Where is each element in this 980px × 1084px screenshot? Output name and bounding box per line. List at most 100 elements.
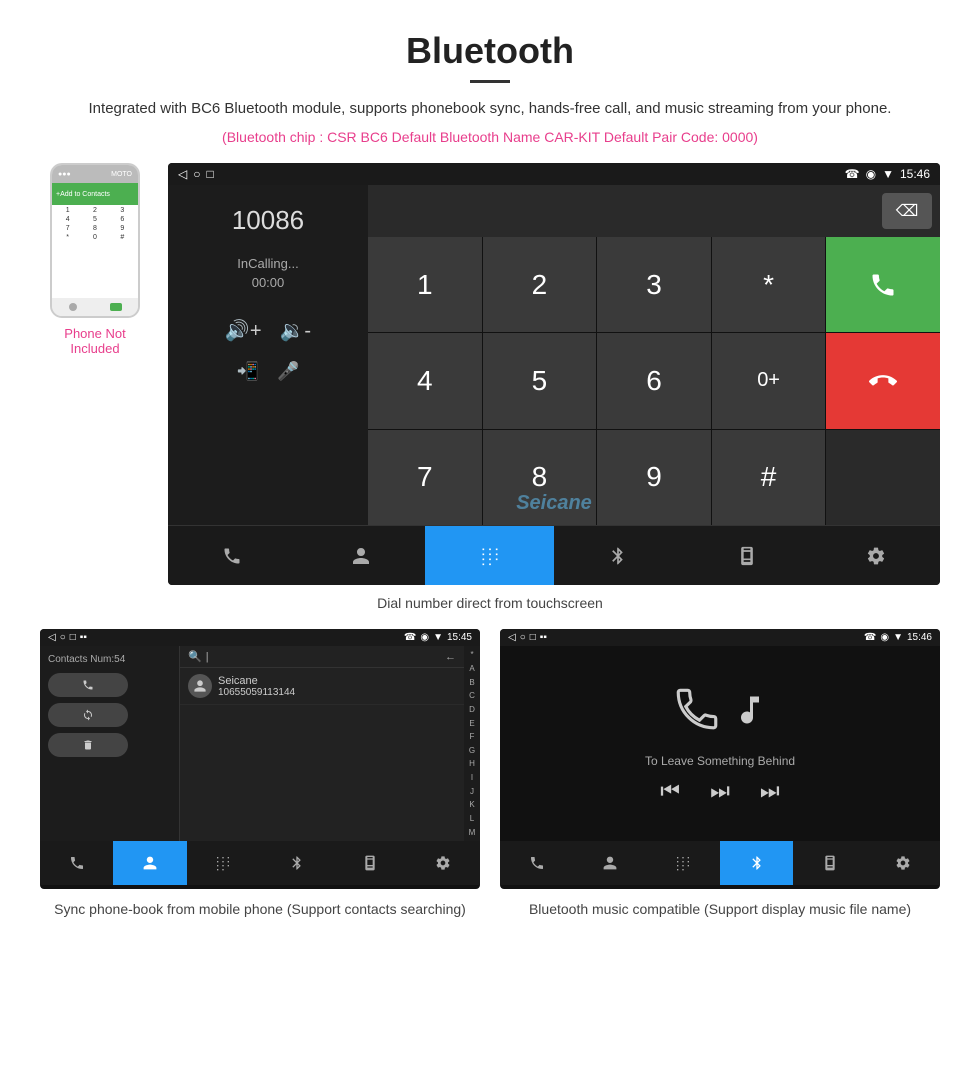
music-signal: ▪▪ — [540, 632, 547, 643]
car-calling-status: InCalling... — [237, 256, 298, 271]
music-wifi-icon: ▼ — [893, 632, 903, 643]
dial-key-5[interactable]: 5 — [483, 333, 597, 428]
music-nav-bluetooth[interactable] — [720, 841, 793, 885]
alpha-i[interactable]: I — [471, 773, 473, 782]
main-content-row: ●●● MOTO + Add to Contacts 1 2 3 — [40, 163, 940, 585]
delete-button[interactable]: ⌫ — [882, 193, 932, 229]
music-body: To Leave Something Behind ⏮ ⏭ ⏭ — [500, 646, 940, 841]
play-button[interactable]: ⏭ — [710, 778, 730, 804]
back-arrow-icon[interactable]: ← — [445, 651, 456, 663]
volume-down-icon[interactable]: 🔉- — [280, 318, 312, 343]
contact-list-item[interactable]: Seicane 10655059113144 — [180, 668, 464, 705]
car-screen-main: ◁ ○ □ ☎ ◉ ▼ 15:46 10086 InCalling... 00:… — [168, 163, 940, 585]
dial-key-hash[interactable]: # — [712, 430, 826, 525]
contact-name: Seicane — [218, 675, 295, 687]
music-nav-phone2[interactable] — [793, 841, 866, 885]
car-nav-contacts[interactable] — [297, 526, 426, 585]
bottom-row: ◁ ○ □ ▪▪ ☎ ◉ ▼ 15:45 — [40, 629, 940, 920]
dialpad-row-4: * 0 # — [54, 234, 136, 241]
alpha-c[interactable]: C — [469, 691, 475, 700]
dialpad-row-3: 7 8 9 — [54, 225, 136, 232]
dialpad-row-1: 1 2 3 — [54, 207, 136, 214]
alpha-e[interactable]: E — [469, 719, 474, 728]
music-caption: Bluetooth music compatible (Support disp… — [500, 899, 940, 920]
dial-key-8[interactable]: 8 — [483, 430, 597, 525]
contacts-nav-contacts[interactable] — [113, 841, 186, 885]
contacts-nav-dialpad[interactable] — [187, 841, 260, 885]
car-nav-dialpad[interactable] — [425, 526, 554, 585]
dial-key-7[interactable]: 7 — [368, 430, 482, 525]
alpha-k[interactable]: K — [469, 800, 474, 809]
car-right-panel: ⌫ 1 2 3 * 4 5 6 — [368, 185, 940, 525]
next-button[interactable]: ⏭ — [760, 778, 780, 804]
dial-key-6[interactable]: 6 — [597, 333, 711, 428]
contacts-home-icon: ○ — [60, 632, 66, 643]
music-recents-icon: □ — [530, 632, 536, 643]
music-nav-settings[interactable] — [867, 841, 940, 885]
contacts-nav-phone[interactable] — [40, 841, 113, 885]
dial-key-9[interactable]: 9 — [597, 430, 711, 525]
page: Bluetooth Integrated with BC6 Bluetooth … — [0, 0, 980, 960]
dial-key-4[interactable]: 4 — [368, 333, 482, 428]
music-nav-dialpad[interactable] — [647, 841, 720, 885]
page-title: Bluetooth — [40, 30, 940, 72]
alpha-a[interactable]: A — [469, 664, 474, 673]
clock: 15:46 — [900, 167, 930, 181]
phone-video-icon — [69, 303, 77, 311]
call-button[interactable] — [48, 673, 128, 697]
phone-carrier: ●●● — [58, 171, 107, 178]
car-call-time: 00:00 — [252, 275, 285, 290]
alpha-b[interactable]: B — [469, 678, 474, 687]
alpha-g[interactable]: G — [469, 746, 475, 755]
delete-contact-button[interactable] — [48, 733, 128, 757]
dialpad-grid: 1 2 3 * 4 5 6 0+ — [368, 237, 940, 525]
dial-key-2[interactable]: 2 — [483, 237, 597, 332]
music-card: ◁ ○ □ ▪▪ ☎ ◉ ▼ 15:46 — [500, 629, 940, 920]
dial-key-0plus[interactable]: 0+ — [712, 333, 826, 428]
alpha-j[interactable]: J — [470, 787, 474, 796]
dial-key-star[interactable]: * — [712, 237, 826, 332]
car-nav-phone[interactable] — [168, 526, 297, 585]
title-divider — [470, 80, 510, 83]
music-status-left: ◁ ○ □ ▪▪ — [508, 632, 547, 643]
music-nav-phone[interactable] — [500, 841, 573, 885]
contacts-nav-settings[interactable] — [407, 841, 480, 885]
contacts-signal1: ▪▪ — [80, 632, 87, 643]
transfer-icon[interactable]: 📲 — [237, 361, 259, 382]
mute-icon[interactable]: 🎤 — [277, 361, 299, 382]
car-volume-controls: 🔊+ 🔉- — [225, 318, 311, 343]
alpha-l[interactable]: L — [470, 814, 474, 823]
car-nav-phone2[interactable] — [683, 526, 812, 585]
contacts-nav-bluetooth[interactable] — [260, 841, 333, 885]
alpha-d[interactable]: D — [469, 705, 475, 714]
phone-signal-icon: ☎ — [845, 167, 860, 181]
contacts-body: Contacts Num:54 — [40, 646, 480, 841]
alpha-m[interactable]: M — [469, 828, 476, 837]
alpha-h[interactable]: H — [469, 759, 475, 768]
prev-button[interactable]: ⏮ — [660, 778, 680, 804]
contact-number: 10655059113144 — [218, 687, 295, 698]
contact-info: Seicane 10655059113144 — [218, 675, 295, 698]
contacts-status-bar: ◁ ○ □ ▪▪ ☎ ◉ ▼ 15:45 — [40, 629, 480, 646]
car-status-bar: ◁ ○ □ ☎ ◉ ▼ 15:46 — [168, 163, 940, 185]
car-left-panel: 10086 InCalling... 00:00 🔊+ 🔉- 📲 🎤 — [168, 185, 368, 525]
sync-button[interactable] — [48, 703, 128, 727]
music-controls: ⏮ ⏭ ⏭ — [660, 778, 779, 804]
contacts-recents-icon: □ — [70, 632, 76, 643]
dial-key-call-red[interactable] — [826, 333, 940, 428]
key-5: 5 — [86, 216, 104, 223]
volume-up-icon[interactable]: 🔊+ — [225, 318, 262, 343]
dial-key-1[interactable]: 1 — [368, 237, 482, 332]
car-nav-bluetooth[interactable] — [554, 526, 683, 585]
dial-key-call-green[interactable] — [826, 237, 940, 332]
phone-network: MOTO — [111, 171, 132, 178]
music-nav-contacts[interactable] — [573, 841, 646, 885]
alpha-f[interactable]: F — [470, 732, 475, 741]
car-nav-settings[interactable] — [811, 526, 940, 585]
dial-key-3[interactable]: 3 — [597, 237, 711, 332]
contacts-time: 15:45 — [447, 632, 472, 643]
phone-thumbnail: ●●● MOTO + Add to Contacts 1 2 3 — [40, 163, 150, 356]
back-icon: ◁ — [178, 167, 187, 181]
contacts-nav-phone2[interactable] — [333, 841, 406, 885]
alpha-star[interactable]: * — [470, 650, 473, 659]
